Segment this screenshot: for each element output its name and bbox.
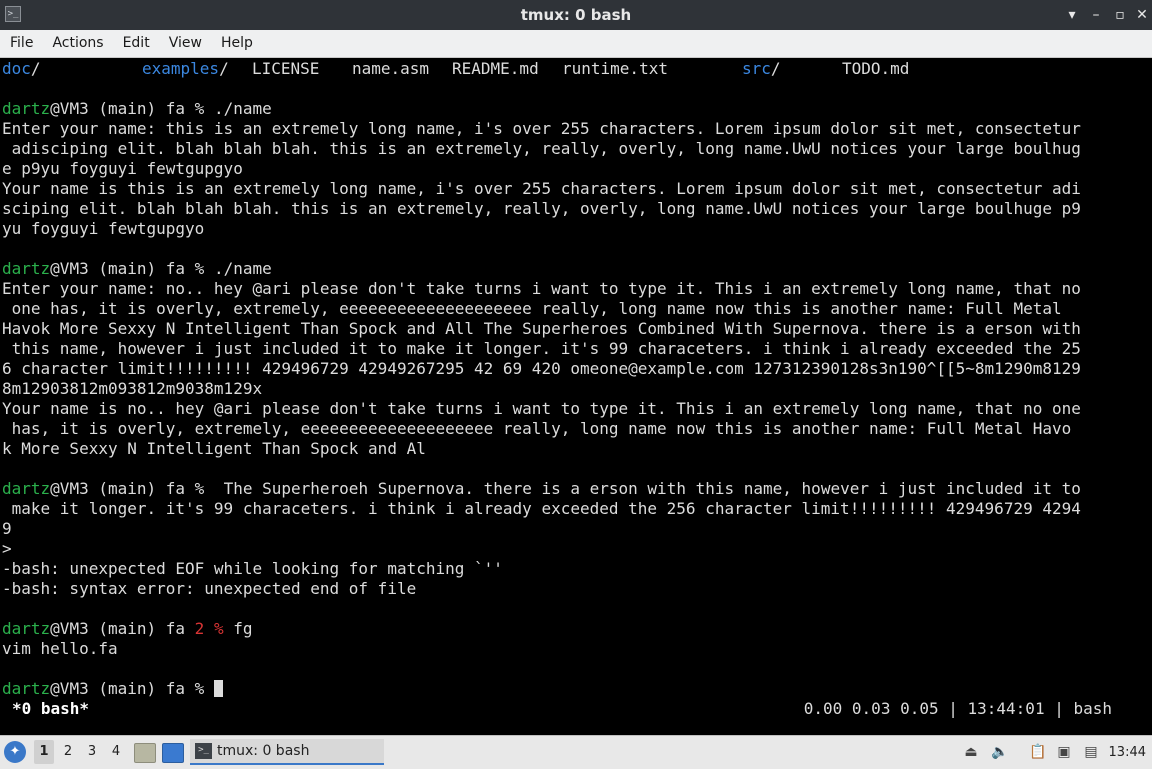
volume-icon[interactable]: 🔈 xyxy=(991,744,1008,760)
taskbar: ✦ 1 2 3 4 >_ tmux: 0 bash ⏏ 🔈 📋 ▣ ▤ 13:4… xyxy=(0,735,1152,769)
output-line: 6 character limit!!!!!!!!! 429496729 429… xyxy=(2,359,1081,378)
ls-runtime: runtime.txt xyxy=(562,59,668,78)
prompt-user: dartz xyxy=(2,619,51,638)
output-line: one has, it is overly, extremely, eeeeee… xyxy=(2,299,1062,318)
prompt-host: @VM3 (main) fa xyxy=(50,679,195,698)
output-line: e p9yu foyguyi fewtgupgyo xyxy=(2,159,243,178)
menu-help[interactable]: Help xyxy=(211,30,262,57)
close-icon[interactable]: ✕ xyxy=(1132,5,1152,25)
output-line: make it longer. it's 99 characeters. i t… xyxy=(2,499,1081,518)
output-line: Enter your name: this is an extremely lo… xyxy=(2,119,1081,138)
menu-actions[interactable]: Actions xyxy=(42,30,112,57)
workspace-3[interactable]: 3 xyxy=(82,740,102,764)
output-line: adisciping elit. blah blah blah. this is… xyxy=(2,139,1081,158)
prompt-line: dartz@VM3 (main) fa % The Superheroeh Su… xyxy=(2,479,1150,499)
command-text: ./name xyxy=(204,259,272,278)
output-line: k More Sexxy N Intelligent Than Spock an… xyxy=(2,439,426,458)
taskbar-clock[interactable]: 13:44 xyxy=(1109,736,1146,769)
job-count: 2 xyxy=(194,619,205,638)
prompt-symbol: % xyxy=(194,679,205,698)
prompt-line: dartz@VM3 (main) fa % ./name xyxy=(2,99,1150,119)
ls-src-dir: src xyxy=(742,59,771,78)
tmux-window-list[interactable]: *0 bash* xyxy=(12,699,89,719)
tmux-status-right: 0.00 0.03 0.05 | 13:44:01 | bash xyxy=(803,699,1112,718)
ls-readme: README.md xyxy=(452,59,539,78)
output-line: sciping elit. blah blah blah. this is an… xyxy=(2,199,1081,218)
prompt-host: @VM3 (main) fa xyxy=(50,99,195,118)
prompt-line: dartz@VM3 (main) fa % ./name xyxy=(2,259,1150,279)
prompt-host: @VM3 (main) fa xyxy=(50,259,195,278)
prompt-host: @VM3 (main) fa xyxy=(50,479,195,498)
file-manager-icon[interactable] xyxy=(134,743,156,763)
output-line: Your name is no.. hey @ari please don't … xyxy=(2,399,1081,418)
ls-name-asm: name.asm xyxy=(352,59,430,78)
prompt-symbol: % xyxy=(213,619,224,638)
screen-icon[interactable]: ▣ xyxy=(1056,744,1072,760)
tray-up-arrow-icon[interactable]: ⏏ xyxy=(963,744,979,760)
workspace-4[interactable]: 4 xyxy=(106,740,126,764)
ls-doc-dir: doc xyxy=(2,59,31,78)
workspace-2[interactable]: 2 xyxy=(58,740,78,764)
menu-file[interactable]: File xyxy=(0,30,42,57)
command-text: fg xyxy=(223,619,253,638)
window-title: tmux: 0 bash xyxy=(520,6,632,24)
output-line: Havok More Sexxy N Intelligent Than Spoc… xyxy=(2,319,1081,338)
ls-examples-dir: examples xyxy=(142,59,220,78)
menu-edit[interactable]: Edit xyxy=(113,30,159,57)
window-titlebar: >_ tmux: 0 bash ▾ – ▫ ✕ xyxy=(0,0,1152,31)
ls-license: LICENSE xyxy=(252,59,320,78)
prompt-user: dartz xyxy=(2,479,51,498)
output-line: 8m12903812m093812m9038m129x xyxy=(2,379,263,398)
text-cursor xyxy=(213,680,223,697)
start-menu-icon[interactable]: ✦ xyxy=(4,741,26,763)
workspace-1[interactable]: 1 xyxy=(34,740,54,764)
prompt-host: @VM3 (main) fa xyxy=(50,619,195,638)
prompt-user: dartz xyxy=(2,679,51,698)
taskbar-task-label: tmux: 0 bash xyxy=(217,743,310,759)
output-line: Your name is this is an extremely long n… xyxy=(2,179,1081,198)
menu-bar: File Actions Edit View Help xyxy=(0,30,1152,58)
output-line: > xyxy=(2,539,12,558)
output-line: Enter your name: no.. hey @ari please do… xyxy=(2,279,1081,298)
output-line: yu foyguyi fewtgupgyo xyxy=(2,219,205,238)
maximize-icon[interactable]: ▫ xyxy=(1110,5,1130,25)
menu-view[interactable]: View xyxy=(159,30,211,57)
terminal-view[interactable]: doc/examples/LICENSE name.asm README.md run… xyxy=(0,58,1152,734)
desktop-icon[interactable] xyxy=(162,743,184,763)
ls-slash: / xyxy=(770,59,781,78)
prompt-symbol: % xyxy=(194,99,205,118)
command-text: The Superheroeh Supernova. there is a er… xyxy=(204,479,1081,498)
network-icon[interactable]: ▤ xyxy=(1083,744,1099,760)
taskbar-task-tmux[interactable]: >_ tmux: 0 bash xyxy=(190,739,384,765)
error-line: -bash: syntax error: unexpected end of f… xyxy=(2,579,417,598)
error-line: -bash: unexpected EOF while looking for … xyxy=(2,559,503,578)
ls-todo: TODO.md xyxy=(842,59,910,78)
clipboard-icon[interactable]: 📋 xyxy=(1029,744,1046,760)
output-line: has, it is overly, extremely, eeeeeeeeee… xyxy=(2,419,1072,438)
output-line: 9 xyxy=(2,519,12,538)
prompt-line: dartz@VM3 (main) fa 2 % fg xyxy=(2,619,1150,639)
prompt-user: dartz xyxy=(2,259,51,278)
window-menu-icon[interactable]: ▾ xyxy=(1062,5,1082,25)
command-text: ./name xyxy=(204,99,272,118)
current-prompt-line[interactable]: dartz@VM3 (main) fa % xyxy=(2,679,1150,699)
ls-output: doc/examples/LICENSE name.asm README.md run… xyxy=(2,59,1150,79)
terminal-task-icon: >_ xyxy=(195,743,212,759)
prompt-user: dartz xyxy=(2,99,51,118)
output-line: this name, however i just included it to… xyxy=(2,339,1081,358)
ls-slash: / xyxy=(30,59,41,78)
minimize-icon[interactable]: – xyxy=(1086,5,1106,25)
prompt-symbol: % xyxy=(194,259,205,278)
prompt-symbol: % xyxy=(194,479,205,498)
ls-slash: / xyxy=(219,59,229,78)
output-line: vim hello.fa xyxy=(2,639,118,658)
